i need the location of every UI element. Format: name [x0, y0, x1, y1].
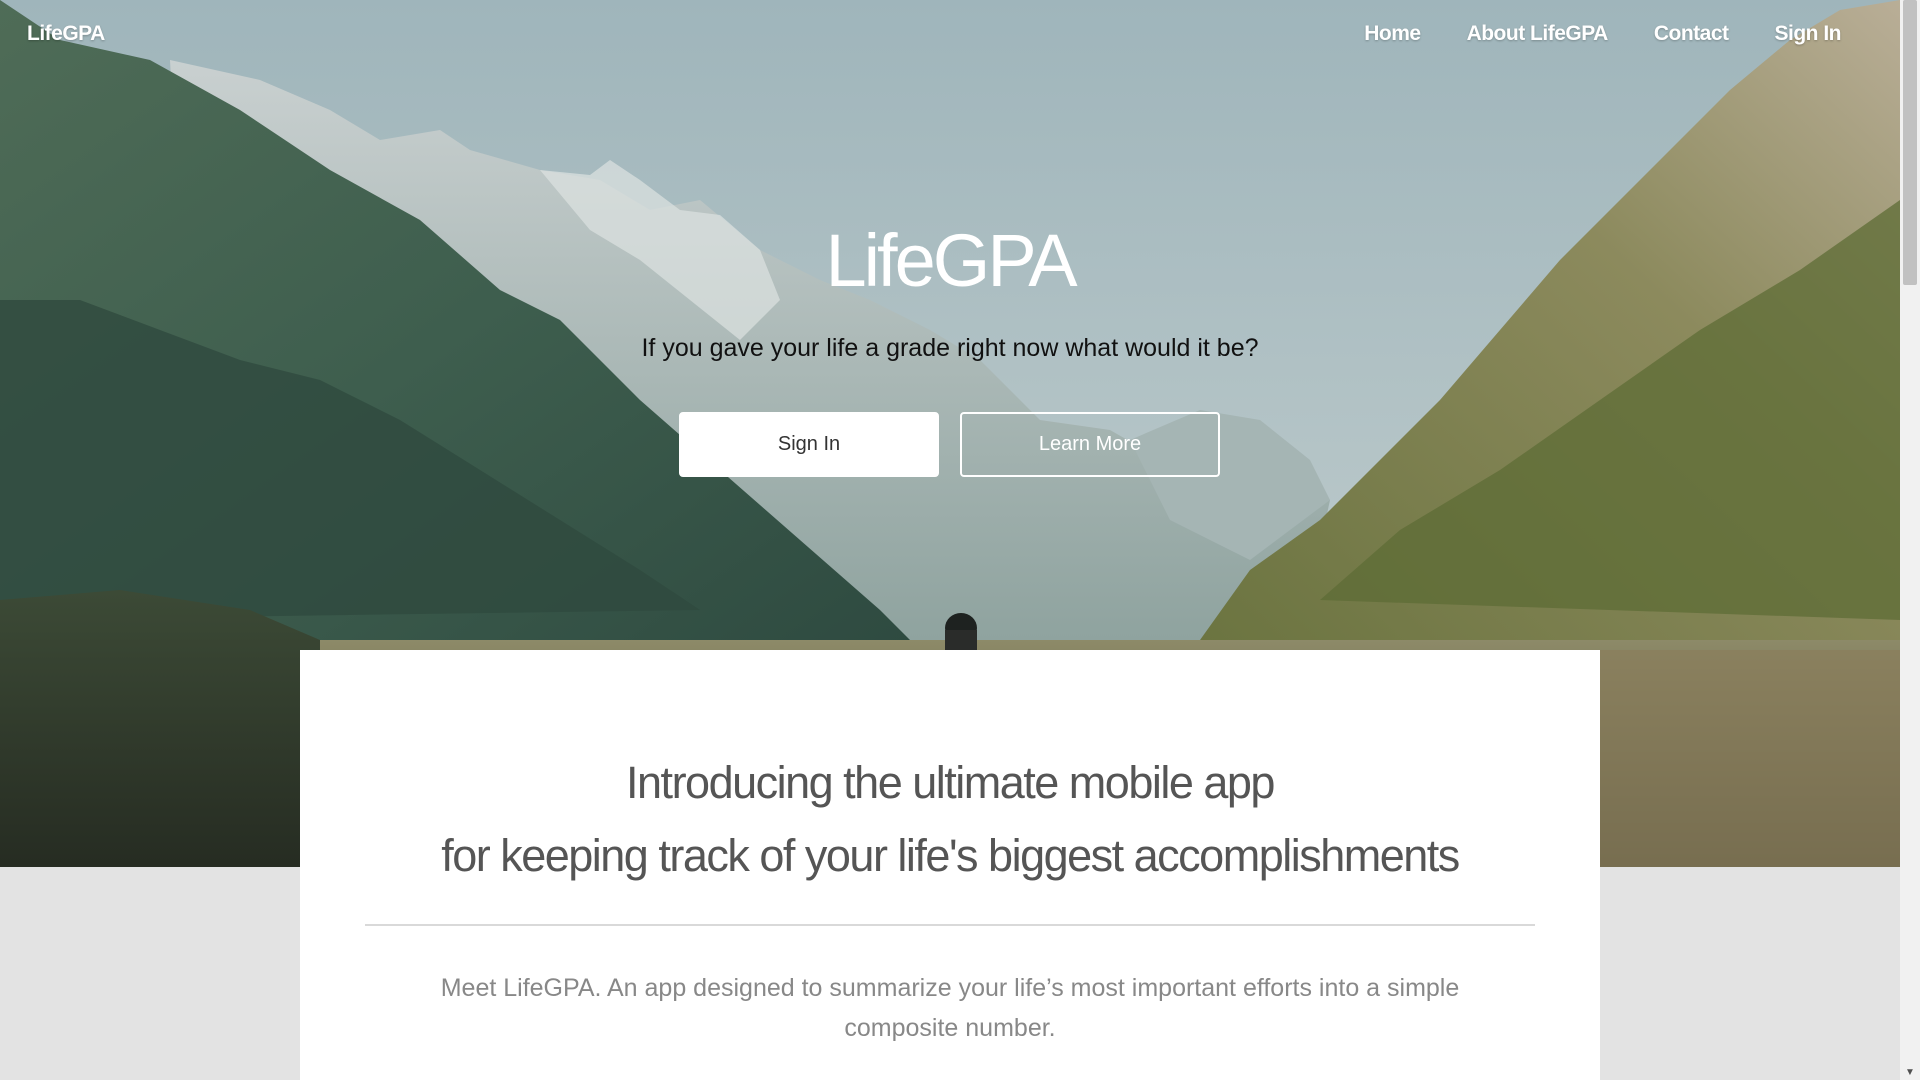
top-nav: Home About LifeGPA Contact Sign In: [1364, 22, 1841, 46]
hero-tagline: If you gave your life a grade right now …: [641, 334, 1259, 362]
scrollbar-thumb[interactable]: [1903, 0, 1917, 285]
intro-description: Meet LifeGPA. An app designed to summari…: [440, 974, 1460, 1042]
intro-heading-line1: Introducing the ultimate mobile app: [626, 757, 1275, 808]
nav-signin-link[interactable]: Sign In: [1775, 22, 1842, 46]
intro-heading-line2: for keeping track of your life's biggest…: [441, 830, 1460, 881]
nav-about-link[interactable]: About LifeGPA: [1467, 22, 1609, 46]
brand-logo[interactable]: LifeGPA: [27, 22, 105, 46]
nav-contact-link[interactable]: Contact: [1654, 22, 1729, 46]
nav-home-link[interactable]: Home: [1364, 22, 1421, 46]
divider: [365, 924, 1535, 926]
intro-heading: Introducing the ultimate mobile app for …: [300, 746, 1600, 892]
hero-sign-in-button[interactable]: Sign In: [679, 412, 939, 477]
intro-card: Introducing the ultimate mobile app for …: [300, 650, 1600, 1080]
hero-learn-more-button[interactable]: Learn More: [960, 412, 1220, 477]
scroll-down-arrow-icon[interactable]: ▼: [1900, 1067, 1920, 1078]
page-scrollbar[interactable]: ▼: [1900, 0, 1920, 1080]
hero-title: LifeGPA: [825, 219, 1077, 302]
